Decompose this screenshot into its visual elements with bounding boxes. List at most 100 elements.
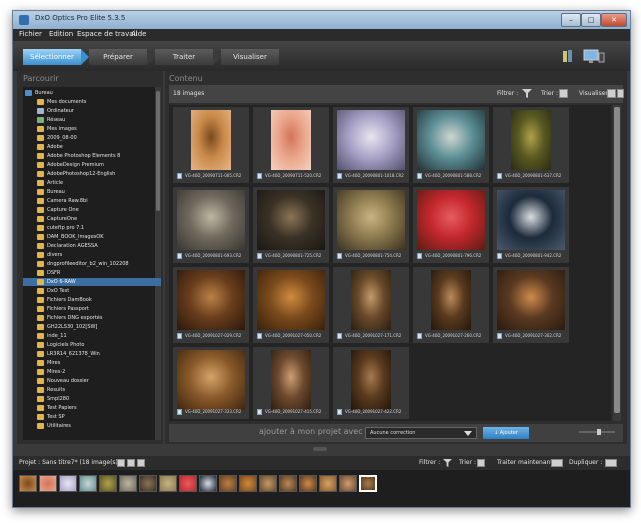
filmstrip-thumbnail[interactable] — [99, 475, 117, 492]
view-grid-icon[interactable] — [607, 89, 616, 98]
correction-preset-select[interactable]: Aucune correction — [365, 427, 477, 439]
image-thumbnail[interactable]: VG-40D_20091027-302.CR2 — [493, 267, 569, 343]
image-thumbnail[interactable]: VG-40D_20090801-796.CR2 — [413, 187, 489, 263]
filmstrip-thumbnail[interactable] — [199, 475, 217, 492]
image-thumbnail[interactable]: VG-40D_20091027-422.CR2 — [333, 347, 409, 419]
tree-item[interactable]: DAM_BOOK_ImagesOK — [23, 233, 161, 241]
tree-item[interactable]: divers — [23, 251, 161, 259]
tree-item[interactable]: AdobePhotoshop12-English — [23, 170, 161, 178]
filmstrip-thumbnail[interactable] — [299, 475, 317, 492]
process-now-icon[interactable] — [551, 459, 563, 467]
menu-fichier[interactable]: Fichier — [19, 30, 42, 38]
image-thumbnail[interactable]: VG-40D_20090801-693.CR2 — [173, 187, 249, 263]
workspace-icon[interactable] — [561, 48, 577, 64]
tree-item[interactable]: Bureau — [23, 188, 161, 196]
filmstrip-thumbnail[interactable] — [319, 475, 337, 492]
tree-item[interactable]: Adobe — [23, 143, 161, 151]
content-scroll-thumb[interactable] — [614, 107, 620, 413]
filmstrip-thumbnail[interactable] — [159, 475, 177, 492]
collapse-handle[interactable] — [313, 447, 327, 451]
tree-item[interactable]: dngprofileeditor_b2_win_102208 — [23, 260, 161, 268]
tree-item[interactable]: cuteftp pro 7.1 — [23, 224, 161, 232]
image-thumbnail[interactable]: VG-40D_20090801-1018.CR2 — [333, 107, 409, 183]
tab-traiter[interactable]: Traiter — [155, 49, 213, 65]
filmstrip-thumbnail[interactable] — [39, 475, 57, 492]
duplicate-icon[interactable] — [605, 459, 617, 467]
tree-item[interactable]: Logiciels Photo — [23, 341, 161, 349]
tree-item[interactable]: DxO 6-RAW — [23, 278, 161, 286]
tree-item[interactable]: CaptureOne — [23, 215, 161, 223]
view-list-icon[interactable] — [617, 89, 624, 98]
maximize-button[interactable]: □ — [581, 13, 601, 27]
filmstrip-thumbnail[interactable] — [279, 475, 297, 492]
tree-item[interactable]: AdobeDesign Premium — [23, 161, 161, 169]
tree-item[interactable]: Réseau — [23, 116, 161, 124]
tree-item[interactable]: Declaration AGESSA — [23, 242, 161, 250]
filmstrip-thumbnail[interactable] — [339, 475, 357, 492]
minimize-button[interactable]: – — [561, 13, 581, 27]
tab-selectionner[interactable]: Sélectionner — [23, 49, 81, 65]
filmstrip-thumbnail[interactable] — [239, 475, 257, 492]
image-thumbnail[interactable]: VG-40D_20091027-050.CR2 — [253, 267, 329, 343]
image-thumbnail[interactable]: VG-40D_20090801-725.CR2 — [253, 187, 329, 263]
close-button[interactable]: ✕ — [601, 13, 627, 27]
content-scrollbar[interactable] — [613, 105, 621, 421]
tree-item[interactable]: Smpl280 — [23, 395, 161, 403]
save-project-icon[interactable] — [137, 459, 145, 467]
image-thumbnail[interactable]: VG-40D_20091027-415.CR2 — [253, 347, 329, 419]
tree-item[interactable]: Ordinateur — [23, 107, 161, 115]
image-thumbnail[interactable]: VG-40D_20091027-171.CR2 — [333, 267, 409, 343]
tree-item[interactable]: Utilitaires — [23, 422, 161, 430]
filmstrip-thumbnail[interactable] — [179, 475, 197, 492]
tree-item[interactable]: Test Papiers — [23, 404, 161, 412]
tree-item[interactable]: Mires — [23, 359, 161, 367]
new-project-icon[interactable] — [117, 459, 125, 467]
tree-item[interactable]: Mires-2 — [23, 368, 161, 376]
image-thumbnail[interactable]: VG-40D_20090711-520.CR2 — [253, 107, 329, 183]
tree-item[interactable]: Bureau — [23, 89, 161, 97]
tree-item[interactable]: Test SP — [23, 413, 161, 421]
add-button[interactable]: ↓ Ajouter — [483, 427, 529, 439]
tree-item[interactable]: Fichiers Passport — [23, 305, 161, 313]
menu-espace-de-travail[interactable]: Espace de travail — [77, 30, 137, 38]
image-thumbnail[interactable]: VG-40D_20090801-942.CR2 — [493, 187, 569, 263]
filmstrip-thumbnail[interactable] — [119, 475, 137, 492]
filmstrip-thumbnail[interactable] — [59, 475, 77, 492]
tree-item[interactable]: Nouveau dossier — [23, 377, 161, 385]
tree-item[interactable]: Fichiers DamBook — [23, 296, 161, 304]
filmstrip-thumbnail[interactable] — [19, 475, 37, 492]
image-thumbnail[interactable]: VG-40D_20090711-065.CR2 — [173, 107, 249, 183]
tree-item[interactable]: 2009_08-00 — [23, 134, 161, 142]
image-thumbnail[interactable]: VG-40D_20091027-029.CR2 — [173, 267, 249, 343]
zoom-slider[interactable] — [577, 429, 617, 435]
tab-visualiser[interactable]: Visualiser — [221, 49, 279, 65]
project-sort-icon[interactable] — [477, 459, 485, 467]
filmstrip-thumbnail[interactable] — [79, 475, 97, 492]
tree-item[interactable]: DxO Test — [23, 287, 161, 295]
filmstrip-thumbnail[interactable] — [139, 475, 157, 492]
menu-aide[interactable]: Aide — [131, 30, 146, 38]
tree-item[interactable]: Camera Raw.8bi — [23, 197, 161, 205]
monitor-icon[interactable] — [583, 48, 605, 64]
project-filter-icon[interactable] — [443, 459, 452, 467]
image-thumbnail[interactable]: VG-40D_20090801-754.CR2 — [333, 187, 409, 263]
image-thumbnail[interactable]: VG-40D_20090801-637.CR2 — [493, 107, 569, 183]
sort-icon[interactable] — [559, 89, 568, 98]
tree-item[interactable]: Capture One — [23, 206, 161, 214]
folder-tree[interactable]: Bureau Mes documents Ordinateur Réseau Mes i… — [23, 87, 161, 440]
tree-item[interactable]: DSFR — [23, 269, 161, 277]
tree-item[interactable]: LR3R14_621378_Win — [23, 350, 161, 358]
tree-item[interactable]: GH22LS30_102[SW] — [23, 323, 161, 331]
tree-item[interactable]: Adobe Photoshop Elements 8 — [23, 152, 161, 160]
tree-item[interactable]: Article — [23, 179, 161, 187]
tree-item[interactable]: Mes images — [23, 125, 161, 133]
image-thumbnail[interactable]: VG-40D_20090801-588.CR2 — [413, 107, 489, 183]
tree-item[interactable]: Results — [23, 386, 161, 394]
filmstrip-thumbnail[interactable] — [219, 475, 237, 492]
filmstrip-thumbnail[interactable] — [259, 475, 277, 492]
filter-funnel-icon[interactable] — [522, 89, 532, 98]
tree-item[interactable]: Mes documents — [23, 98, 161, 106]
open-project-icon[interactable] — [127, 459, 135, 467]
tree-item[interactable]: inde_11 — [23, 332, 161, 340]
tree-item[interactable]: Fichiers DNG exportés — [23, 314, 161, 322]
